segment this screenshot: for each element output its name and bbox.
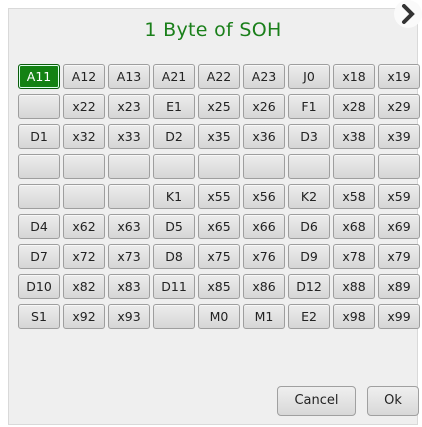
cell-empty[interactable]: [333, 154, 375, 179]
cell-x62[interactable]: x62: [63, 214, 105, 239]
ok-button[interactable]: Ok: [367, 386, 419, 416]
cell-e2[interactable]: E2: [288, 304, 330, 329]
cell-empty[interactable]: [63, 184, 105, 209]
close-button[interactable]: [394, 0, 422, 28]
cell-x99[interactable]: x99: [378, 304, 420, 329]
cell-empty[interactable]: [153, 304, 195, 329]
byte-grid: A11 A12 A13 A21 A22 A23 J0 x18 x19 x22 x23 E1 x25 x26…: [18, 64, 420, 329]
cell-d1[interactable]: D1: [18, 124, 60, 149]
cell-e1[interactable]: E1: [153, 94, 195, 119]
cell-x55[interactable]: x55: [198, 184, 240, 209]
cell-x26[interactable]: x26: [243, 94, 285, 119]
cell-x18[interactable]: x18: [333, 64, 375, 89]
cell-empty[interactable]: [18, 94, 60, 119]
cell-j0[interactable]: J0: [288, 64, 330, 89]
cell-x93[interactable]: x93: [108, 304, 150, 329]
cell-a23[interactable]: A23: [243, 64, 285, 89]
cell-empty[interactable]: [18, 184, 60, 209]
cell-d2[interactable]: D2: [153, 124, 195, 149]
cell-k2[interactable]: K2: [288, 184, 330, 209]
cell-m0[interactable]: M0: [198, 304, 240, 329]
cell-x89[interactable]: x89: [378, 274, 420, 299]
cell-x75[interactable]: x75: [198, 244, 240, 269]
cell-x23[interactable]: x23: [108, 94, 150, 119]
cell-a13[interactable]: A13: [108, 64, 150, 89]
cell-x63[interactable]: x63: [108, 214, 150, 239]
cell-d4[interactable]: D4: [18, 214, 60, 239]
cell-x59[interactable]: x59: [378, 184, 420, 209]
cell-empty[interactable]: [288, 154, 330, 179]
cell-x92[interactable]: x92: [63, 304, 105, 329]
cell-x35[interactable]: x35: [198, 124, 240, 149]
soh-byte-dialog: 1 Byte of SOH A11 A12 A13 A21 A22 A23 J0 x18 x19…: [8, 8, 420, 425]
cell-empty[interactable]: [63, 154, 105, 179]
cell-x78[interactable]: x78: [333, 244, 375, 269]
cell-empty[interactable]: [18, 154, 60, 179]
cell-x29[interactable]: x29: [378, 94, 420, 119]
cell-x22[interactable]: x22: [63, 94, 105, 119]
cell-x39[interactable]: x39: [378, 124, 420, 149]
cell-empty[interactable]: [153, 154, 195, 179]
cell-x33[interactable]: x33: [108, 124, 150, 149]
cell-d12[interactable]: D12: [288, 274, 330, 299]
cell-x85[interactable]: x85: [198, 274, 240, 299]
cell-x98[interactable]: x98: [333, 304, 375, 329]
cell-a22[interactable]: A22: [198, 64, 240, 89]
cell-x86[interactable]: x86: [243, 274, 285, 299]
cell-x25[interactable]: x25: [198, 94, 240, 119]
cell-k1[interactable]: K1: [153, 184, 195, 209]
cell-x66[interactable]: x66: [243, 214, 285, 239]
cell-m1[interactable]: M1: [243, 304, 285, 329]
cell-x82[interactable]: x82: [63, 274, 105, 299]
cell-x28[interactable]: x28: [333, 94, 375, 119]
cell-empty[interactable]: [108, 154, 150, 179]
cell-x58[interactable]: x58: [333, 184, 375, 209]
cell-x76[interactable]: x76: [243, 244, 285, 269]
cell-d8[interactable]: D8: [153, 244, 195, 269]
dialog-title: 1 Byte of SOH: [144, 19, 282, 41]
cell-x32[interactable]: x32: [63, 124, 105, 149]
cell-x83[interactable]: x83: [108, 274, 150, 299]
cell-x72[interactable]: x72: [63, 244, 105, 269]
cell-empty[interactable]: [198, 154, 240, 179]
close-icon: [402, 4, 415, 24]
cell-f1[interactable]: F1: [288, 94, 330, 119]
cell-d5[interactable]: D5: [153, 214, 195, 239]
cell-x36[interactable]: x36: [243, 124, 285, 149]
cell-d6[interactable]: D6: [288, 214, 330, 239]
cell-s1[interactable]: S1: [18, 304, 60, 329]
cell-x73[interactable]: x73: [108, 244, 150, 269]
cell-a21[interactable]: A21: [153, 64, 195, 89]
cell-x79[interactable]: x79: [378, 244, 420, 269]
cell-x68[interactable]: x68: [333, 214, 375, 239]
cell-x19[interactable]: x19: [378, 64, 420, 89]
cell-a12[interactable]: A12: [63, 64, 105, 89]
cell-a11[interactable]: A11: [18, 64, 60, 89]
cell-d10[interactable]: D10: [18, 274, 60, 299]
cell-x88[interactable]: x88: [333, 274, 375, 299]
cell-d3[interactable]: D3: [288, 124, 330, 149]
cancel-button[interactable]: Cancel: [277, 386, 356, 416]
cell-x69[interactable]: x69: [378, 214, 420, 239]
cell-d9[interactable]: D9: [288, 244, 330, 269]
cell-x65[interactable]: x65: [198, 214, 240, 239]
cell-empty[interactable]: [243, 154, 285, 179]
cell-empty[interactable]: [108, 184, 150, 209]
cell-empty[interactable]: [378, 154, 420, 179]
cell-d11[interactable]: D11: [153, 274, 195, 299]
cell-d7[interactable]: D7: [18, 244, 60, 269]
cell-x38[interactable]: x38: [333, 124, 375, 149]
cell-x56[interactable]: x56: [243, 184, 285, 209]
